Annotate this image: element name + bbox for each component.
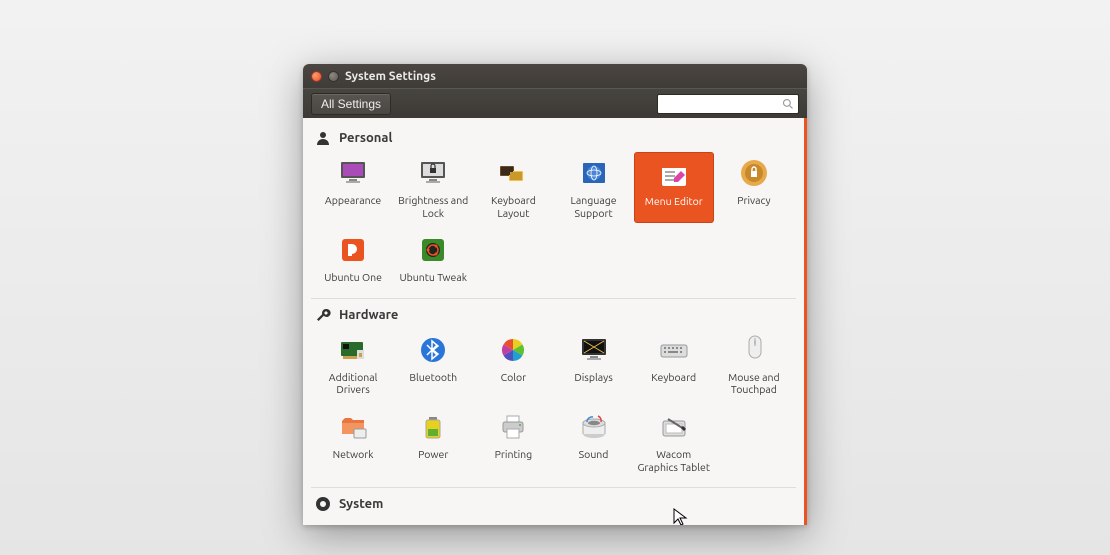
item-time-date[interactable] — [553, 518, 633, 525]
item-wacom[interactable]: Wacom Graphics Tablet — [634, 406, 714, 477]
section-header-personal: Personal — [303, 124, 804, 150]
users-icon — [737, 522, 771, 525]
item-management[interactable] — [473, 518, 553, 525]
ubuntu-tweak-icon — [416, 233, 450, 267]
item-user-accounts[interactable] — [714, 518, 794, 525]
minimize-button[interactable] — [328, 71, 339, 82]
section-header-system: System — [303, 490, 804, 516]
gear-round-icon — [315, 496, 331, 512]
monitor-icon — [336, 156, 370, 190]
item-additional-drivers[interactable]: Additional Drivers — [313, 329, 393, 400]
battery-icon — [416, 410, 450, 444]
all-settings-button[interactable]: All Settings — [311, 93, 391, 115]
item-keyboard-layout[interactable]: Keyboard Layout — [473, 152, 553, 223]
item-printing[interactable]: Printing — [473, 406, 553, 477]
pci-card-icon — [336, 333, 370, 367]
item-color[interactable]: Color — [473, 329, 553, 400]
item-ubuntu-one[interactable]: Ubuntu One — [313, 229, 393, 288]
titlebar[interactable]: System Settings — [303, 64, 807, 88]
accessibility-icon — [657, 522, 691, 525]
item-brightness-lock[interactable]: Brightness and Lock — [393, 152, 473, 223]
wrench-icon — [315, 307, 331, 323]
color-wheel-icon — [496, 333, 530, 367]
item-backup[interactable] — [313, 518, 393, 525]
section-header-hardware: Hardware — [303, 301, 804, 327]
search-input[interactable] — [657, 94, 799, 114]
item-sound[interactable]: Sound — [553, 406, 633, 477]
keyboard-icon — [657, 333, 691, 367]
item-bluetooth[interactable]: Bluetooth — [393, 329, 473, 400]
ubuntu-logo-icon — [496, 522, 530, 525]
item-menu-editor[interactable]: Menu Editor — [634, 152, 714, 223]
speaker-icon — [577, 410, 611, 444]
item-network[interactable]: Network — [313, 406, 393, 477]
safe-icon — [336, 522, 370, 525]
item-keyboard[interactable]: Keyboard — [634, 329, 714, 400]
display-icon — [577, 333, 611, 367]
item-details[interactable] — [393, 518, 473, 525]
menu-editor-icon — [657, 157, 691, 191]
globe-icon — [577, 156, 611, 190]
lock-screen-icon — [416, 156, 450, 190]
item-displays[interactable]: Displays — [553, 329, 633, 400]
printer-icon — [496, 410, 530, 444]
item-power[interactable]: Power — [393, 406, 473, 477]
item-language-support[interactable]: Language Support — [553, 152, 633, 223]
ubuntu-one-icon — [336, 233, 370, 267]
privacy-icon — [737, 156, 771, 190]
divider — [311, 487, 796, 488]
section-grid-hardware: Additional Drivers Bluetooth Color — [303, 327, 804, 485]
mouse-icon — [737, 333, 771, 367]
clock-icon — [577, 522, 611, 525]
item-appearance[interactable]: Appearance — [313, 152, 393, 223]
content-area[interactable]: Personal Appearance Brightness and Lock — [303, 118, 807, 525]
item-privacy[interactable]: Privacy — [714, 152, 794, 223]
section-grid-system — [303, 516, 804, 525]
settings-window: System Settings All Settings Personal Ap… — [303, 64, 807, 525]
item-ubuntu-tweak[interactable]: Ubuntu Tweak — [393, 229, 473, 288]
keyboard-layout-icon — [496, 156, 530, 190]
item-universal-access[interactable] — [634, 518, 714, 525]
network-folder-icon — [336, 410, 370, 444]
item-mouse-touchpad[interactable]: Mouse and Touchpad — [714, 329, 794, 400]
section-grid-personal: Appearance Brightness and Lock Keyboard … — [303, 150, 804, 296]
search-icon — [782, 98, 794, 110]
person-icon — [315, 130, 331, 146]
toolbar: All Settings — [303, 88, 807, 118]
divider — [311, 298, 796, 299]
gear-icon — [416, 522, 450, 525]
window-title: System Settings — [345, 70, 436, 83]
bluetooth-icon — [416, 333, 450, 367]
tablet-icon — [657, 410, 691, 444]
close-button[interactable] — [311, 71, 322, 82]
